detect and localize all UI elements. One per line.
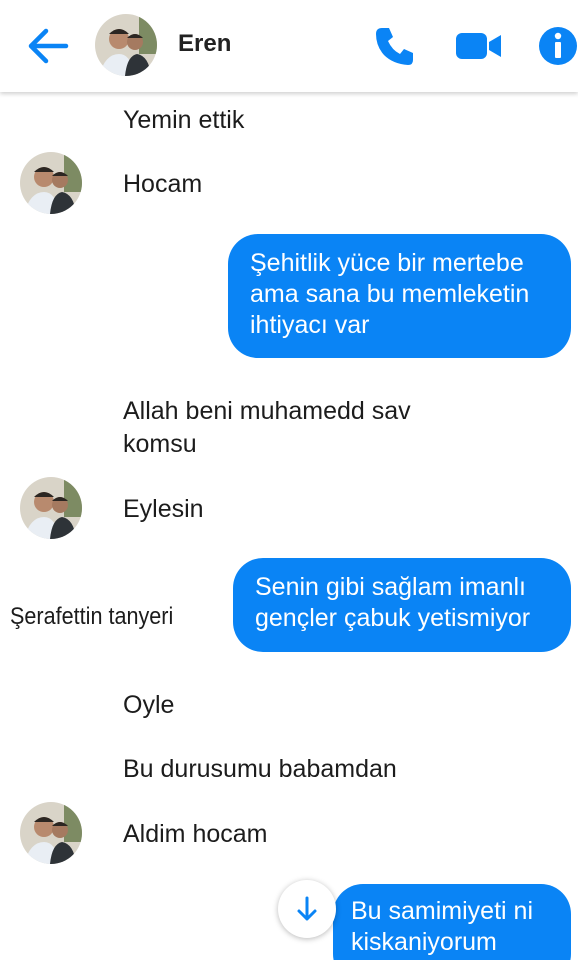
- outgoing-message: Senin gibi sağlam imanlı gençler çabuk y…: [233, 558, 571, 652]
- back-arrow-icon[interactable]: [26, 26, 70, 66]
- incoming-message: Allah beni muhamedd sav komsu: [123, 397, 411, 458]
- chat-header: Eren: [0, 0, 578, 92]
- outgoing-message: Bu samimiyeti ni kiskaniyorum: [333, 884, 571, 960]
- arrow-down-icon: [297, 896, 317, 921]
- incoming-message: Yemin ettik: [123, 106, 245, 134]
- phone-icon[interactable]: [373, 24, 417, 68]
- contact-name[interactable]: Eren: [178, 30, 231, 58]
- contact-avatar[interactable]: [95, 14, 157, 76]
- info-icon[interactable]: [538, 24, 578, 68]
- incoming-message: Aldim hocam: [123, 820, 268, 848]
- message-thread[interactable]: Yemin ettik Hocam Şehitlik yüce bir mert…: [0, 92, 578, 960]
- scroll-to-bottom-button[interactable]: [278, 880, 336, 938]
- outgoing-message: Şehitlik yüce bir mertebe ama sana bu me…: [228, 234, 571, 358]
- incoming-message: Bu durusumu babamdan: [123, 755, 397, 783]
- video-camera-icon[interactable]: [452, 24, 504, 68]
- incoming-message: Hocam: [123, 170, 203, 198]
- watermark-text: Şerafettin tanyeri: [10, 603, 174, 630]
- sender-avatar[interactable]: [20, 152, 82, 214]
- sender-avatar[interactable]: [20, 477, 82, 539]
- incoming-message: Oyle: [123, 691, 175, 719]
- incoming-message: Eylesin: [123, 495, 204, 523]
- sender-avatar[interactable]: [20, 802, 82, 864]
